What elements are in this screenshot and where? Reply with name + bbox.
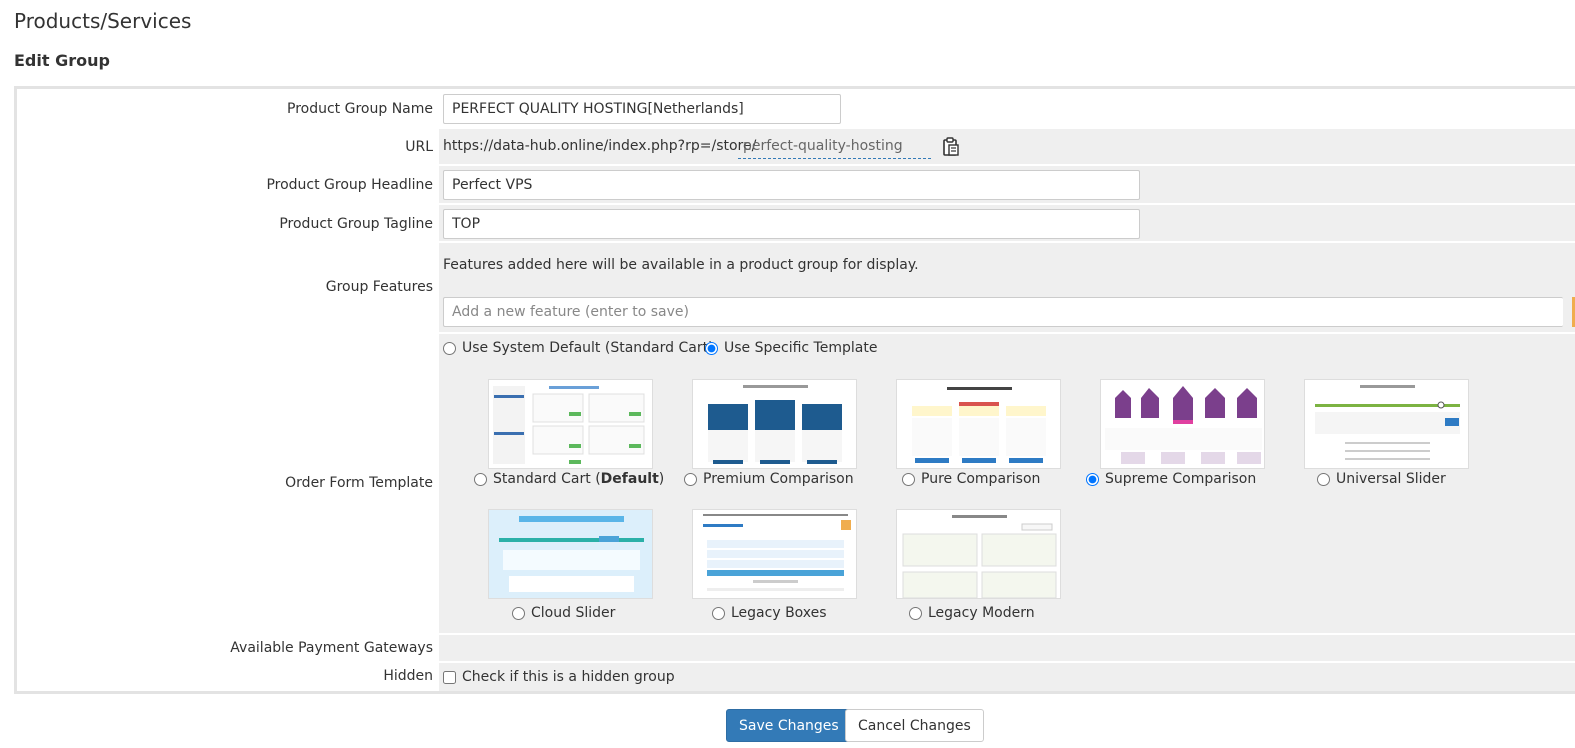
order-form-label: Order Form Template [285, 475, 433, 491]
tagline-label: Product Group Tagline [279, 216, 433, 232]
standard-cart-default-tag: Default [600, 471, 659, 487]
headline-cell [439, 166, 1575, 203]
url-cell: https://data-hub.online/index.php?rp=/st… [439, 129, 1575, 164]
payment-gateways-row: Available Payment Gateways [17, 635, 1575, 661]
standard-cart-name: Standard Cart [493, 471, 591, 487]
feature-input[interactable] [443, 297, 1563, 327]
legacy-boxes-name: Legacy Boxes [731, 605, 827, 621]
standard-cart-thumbnail[interactable] [488, 379, 653, 469]
headline-row: Product Group Headline [17, 166, 1575, 203]
headline-label: Product Group Headline [266, 177, 433, 193]
universal-slider-name: Universal Slider [1336, 471, 1446, 487]
template-option-supreme-comparison[interactable]: Supreme Comparison [1086, 471, 1256, 487]
legacy-modern-name: Legacy Modern [928, 605, 1035, 621]
template-option-legacy-modern[interactable]: Legacy Modern [909, 605, 1035, 621]
hidden-checkbox-option[interactable]: Check if this is a hidden group [443, 669, 675, 685]
clipboard-icon[interactable] [942, 137, 960, 157]
pure-comparison-name: Pure Comparison [921, 471, 1041, 487]
system-default-option[interactable]: Use System Default (Standard Cart) [443, 340, 714, 356]
url-slug-editable[interactable]: perfect-quality-hosting [738, 137, 931, 159]
tagline-row: Product Group Tagline [17, 205, 1575, 241]
template-option-pure-comparison[interactable]: Pure Comparison [902, 471, 1040, 487]
premium-comparison-radio[interactable] [684, 472, 697, 486]
cancel-changes-button[interactable]: Cancel Changes [845, 709, 984, 742]
order-form-row: Order Form Template Use System Default (… [17, 334, 1575, 633]
edit-group-form: Product Group Name URL https://data-hub.… [14, 86, 1575, 694]
payment-gateways-label: Available Payment Gateways [230, 640, 433, 656]
group-name-label: Product Group Name [287, 101, 433, 117]
template-option-premium-comparison[interactable]: Premium Comparison [684, 471, 854, 487]
tagline-cell [439, 205, 1575, 241]
template-option-standard-cart[interactable]: Standard Cart (Default) [474, 471, 664, 487]
url-prefix: https://data-hub.online/index.php?rp=/st… [443, 138, 757, 154]
cloud-slider-thumbnail[interactable] [488, 509, 653, 599]
supreme-comparison-radio[interactable] [1086, 472, 1099, 486]
supreme-comparison-name: Supreme Comparison [1105, 471, 1257, 487]
standard-cart-radio[interactable] [474, 472, 487, 486]
group-name-input[interactable] [443, 94, 841, 124]
specific-template-option[interactable]: Use Specific Template [705, 340, 877, 356]
group-name-cell [439, 89, 1575, 127]
headline-input[interactable] [443, 170, 1140, 200]
hidden-checkbox-label: Check if this is a hidden group [462, 669, 675, 685]
specific-template-radio[interactable] [705, 341, 718, 355]
features-row: Group Features Features added here will … [17, 243, 1575, 332]
legacy-boxes-radio[interactable] [712, 606, 725, 620]
pure-comparison-thumbnail[interactable] [896, 379, 1061, 469]
template-option-legacy-boxes[interactable]: Legacy Boxes [712, 605, 827, 621]
universal-slider-radio[interactable] [1317, 472, 1330, 486]
features-help-text: Features added here will be available in… [443, 257, 919, 273]
cloud-slider-name: Cloud Slider [531, 605, 616, 621]
order-form-cell: Use System Default (Standard Cart) Use S… [439, 334, 1575, 633]
supreme-comparison-thumbnail[interactable] [1100, 379, 1265, 469]
page-title: Products/Services [14, 9, 192, 33]
pure-comparison-radio[interactable] [902, 472, 915, 486]
legacy-boxes-thumbnail[interactable] [692, 509, 857, 599]
features-cell: Features added here will be available in… [439, 243, 1575, 332]
premium-comparison-thumbnail[interactable] [692, 379, 857, 469]
universal-slider-thumbnail[interactable] [1304, 379, 1469, 469]
cloud-slider-radio[interactable] [512, 606, 525, 620]
hidden-cell: Check if this is a hidden group [439, 663, 1575, 691]
premium-comparison-name: Premium Comparison [703, 471, 854, 487]
group-name-row: Product Group Name [17, 89, 1575, 127]
hidden-checkbox[interactable] [443, 670, 456, 684]
features-label: Group Features [325, 279, 433, 295]
specific-template-label: Use Specific Template [724, 340, 878, 356]
legacy-modern-radio[interactable] [909, 606, 922, 620]
payment-gateways-cell [439, 635, 1575, 661]
save-changes-button[interactable]: Save Changes [726, 709, 852, 742]
system-default-label: Use System Default (Standard Cart) [462, 340, 714, 356]
url-row: URL https://data-hub.online/index.php?rp… [17, 129, 1575, 164]
section-title: Edit Group [14, 51, 110, 70]
hidden-row: Hidden Check if this is a hidden group [17, 663, 1575, 691]
template-option-cloud-slider-label[interactable]: Cloud Slider [512, 605, 615, 621]
system-default-radio[interactable] [443, 341, 456, 355]
hidden-label: Hidden [383, 668, 433, 684]
url-label: URL [405, 139, 433, 155]
tagline-input[interactable] [443, 209, 1140, 239]
legacy-modern-thumbnail[interactable] [896, 509, 1061, 599]
template-option-universal-slider[interactable]: Universal Slider [1317, 471, 1446, 487]
